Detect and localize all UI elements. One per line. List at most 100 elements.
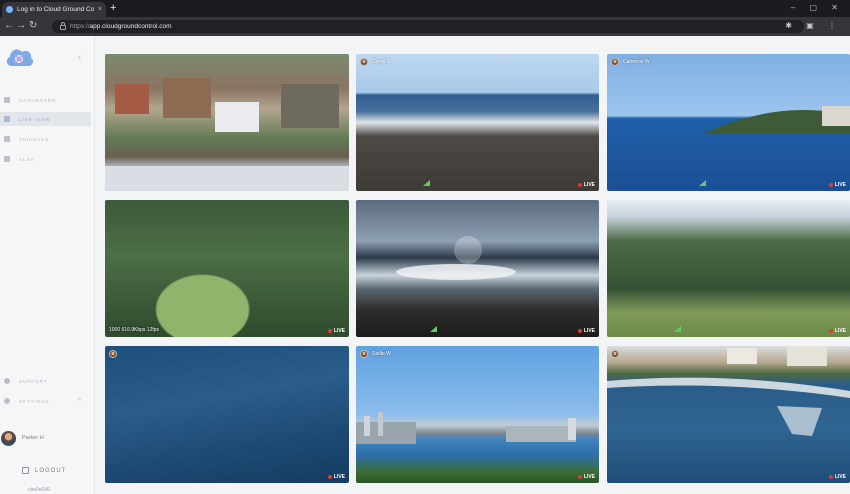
- pilot-name: Cameron W: [623, 59, 650, 65]
- sidebar-item-label: SUPPORT: [19, 378, 48, 384]
- url-scheme: https://: [70, 23, 90, 30]
- cloud-logo-icon: [6, 49, 34, 66]
- app-version: cbe0e046: [28, 487, 50, 493]
- forward-button[interactable]: →: [16, 20, 26, 32]
- new-tab-button[interactable]: +: [110, 2, 116, 15]
- live-indicator: LIVE: [327, 474, 345, 480]
- video-feed[interactable]: Sadie W LIVE: [356, 346, 599, 483]
- lock-icon: [60, 22, 66, 30]
- feed-scene: [356, 412, 576, 444]
- pilot-tag: [109, 350, 117, 358]
- live-label: LIVE: [333, 474, 345, 480]
- avatar: [611, 350, 619, 358]
- video-feed[interactable]: LIVE: [607, 200, 850, 337]
- video-feed[interactable]: LIVE: [105, 346, 349, 483]
- video-feed[interactable]: LIVE: [356, 200, 599, 337]
- live-label: LIVE: [834, 474, 846, 480]
- sidebar-item-dashboard[interactable]: DASHBOARD: [0, 93, 91, 107]
- logout-icon: [22, 467, 29, 474]
- avatar: [1, 430, 16, 446]
- avatar: [360, 58, 368, 66]
- sidebar-item-support[interactable]: SUPPORT: [0, 374, 91, 388]
- feed-scene: [105, 78, 349, 191]
- pilot-tag: [611, 350, 619, 358]
- url-text: https://app.cloudgroundcontrol.com: [70, 23, 172, 30]
- site-favicon-icon: [6, 6, 13, 13]
- video-feed[interactable]: Corey S LIVE: [356, 54, 599, 191]
- video-feed[interactable]: Cameron W LIVE: [607, 54, 850, 191]
- pilot-tag: Sadie W: [360, 350, 391, 358]
- pilot-tag: Corey S: [360, 58, 390, 66]
- app-root: ‹ DASHBOARD LIVE VIEW VEHICLES ALSA SUPP…: [0, 36, 850, 494]
- logout-label: LOGOUT: [35, 467, 67, 474]
- live-view-icon: [4, 116, 10, 122]
- logout-button[interactable]: LOGOUT: [22, 467, 66, 474]
- live-label: LIVE: [834, 328, 846, 334]
- feed-scene: [702, 106, 850, 134]
- signal-strength-icon: [430, 326, 437, 332]
- live-indicator: LIVE: [577, 182, 595, 188]
- support-icon: [4, 378, 10, 384]
- live-dot-icon: [828, 329, 833, 333]
- browser-tab[interactable]: Log in to Cloud Ground Control ×: [2, 2, 106, 17]
- url-host: app.cloudgroundcontrol.com: [89, 23, 172, 30]
- chevron-up-icon: ^: [77, 397, 81, 405]
- pilot-tag: Cameron W: [611, 58, 650, 66]
- dashboard-icon: [4, 97, 10, 103]
- live-indicator: LIVE: [577, 474, 595, 480]
- live-dot-icon: [327, 329, 332, 333]
- sidebar-item-label: SETTINGS: [19, 398, 50, 404]
- sidebar-item-label: LIVE VIEW: [19, 116, 51, 122]
- user-profile[interactable]: Parker H: [0, 428, 95, 448]
- extensions-icons[interactable]: ✱ ▣ ⋮: [785, 21, 842, 30]
- live-label: LIVE: [583, 182, 595, 188]
- live-label: LIVE: [333, 328, 345, 334]
- sidebar-item-settings[interactable]: SETTINGS ^: [0, 394, 91, 408]
- avatar: [611, 58, 619, 66]
- sidebar-item-label: ALSA: [19, 156, 35, 162]
- feed-scene: [396, 236, 516, 280]
- user-name: Parker H: [22, 435, 44, 441]
- live-dot-icon: [828, 183, 833, 187]
- sidebar: ‹ DASHBOARD LIVE VIEW VEHICLES ALSA SUPP…: [0, 36, 95, 494]
- pilot-name: Sadie W: [372, 351, 391, 357]
- reload-button[interactable]: ↻: [29, 20, 37, 32]
- sidebar-item-live-view[interactable]: LIVE VIEW: [0, 112, 91, 126]
- live-dot-icon: [327, 475, 332, 479]
- video-feed[interactable]: 1000 616.9Kbps 12fps LIVE: [105, 200, 349, 337]
- live-label: LIVE: [834, 182, 846, 188]
- signal-strength-icon: [699, 180, 706, 186]
- sidebar-item-vehicles[interactable]: VEHICLES: [0, 132, 91, 146]
- avatar: [360, 350, 368, 358]
- back-button[interactable]: ←: [4, 20, 14, 32]
- live-indicator: LIVE: [577, 328, 595, 334]
- live-indicator: LIVE: [327, 328, 345, 334]
- live-indicator: LIVE: [828, 474, 846, 480]
- live-label: LIVE: [583, 474, 595, 480]
- gear-icon: [4, 398, 10, 404]
- sidebar-item-label: VEHICLES: [19, 136, 50, 142]
- tab-title: Log in to Cloud Ground Control: [17, 6, 94, 13]
- video-feed[interactable]: [105, 54, 349, 191]
- browser-toolbar: ← → ↻ https://app.cloudgroundcontrol.com…: [0, 17, 850, 36]
- live-dot-icon: [828, 475, 833, 479]
- avatar: [109, 350, 117, 358]
- live-indicator: LIVE: [828, 328, 846, 334]
- window-controls[interactable]: – ▢ ✕: [791, 3, 844, 12]
- live-indicator: LIVE: [828, 182, 846, 188]
- pilot-name: Corey S: [372, 59, 391, 65]
- signal-strength-icon: [423, 180, 430, 186]
- feed-scene: [607, 346, 850, 436]
- vehicles-icon: [4, 136, 10, 142]
- video-feed[interactable]: LIVE: [607, 346, 850, 483]
- sidebar-collapse-icon[interactable]: ‹: [78, 52, 81, 62]
- stream-stats: 1000 616.9Kbps 12fps: [109, 327, 160, 333]
- tab-close-icon[interactable]: ×: [98, 6, 102, 13]
- live-dot-icon: [577, 183, 582, 187]
- sidebar-item-alsa[interactable]: ALSA: [0, 152, 91, 166]
- sidebar-item-label: DASHBOARD: [19, 97, 57, 103]
- address-bar[interactable]: https://app.cloudgroundcontrol.com: [52, 20, 804, 33]
- live-dot-icon: [577, 475, 582, 479]
- live-label: LIVE: [583, 328, 595, 334]
- alsa-icon: [4, 156, 10, 162]
